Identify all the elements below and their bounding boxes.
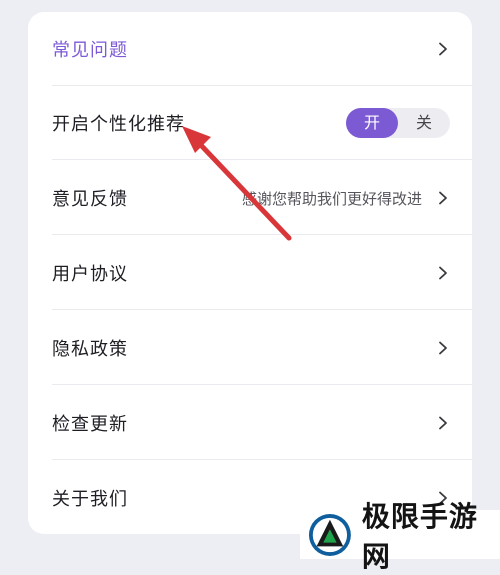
chevron-right-icon xyxy=(439,191,447,205)
watermark-text: 极限手游网 xyxy=(361,499,478,573)
settings-item-label: 意见反馈 xyxy=(52,189,128,210)
settings-item-personalized-recommendation: 开启个性化推荐 开 关 xyxy=(28,86,472,160)
watermark: 极限手游网 xyxy=(300,500,500,573)
settings-item-label: 隐私政策 xyxy=(52,339,128,360)
chevron-right-icon xyxy=(439,416,447,430)
watermark-logo-icon xyxy=(308,513,351,556)
settings-item-privacy-policy[interactable]: 隐私政策 xyxy=(28,311,472,385)
divider xyxy=(52,384,472,385)
divider xyxy=(52,159,472,160)
settings-item-check-update[interactable]: 检查更新 xyxy=(28,386,472,460)
toggle-on-option[interactable]: 开 xyxy=(346,108,398,138)
divider xyxy=(52,459,472,460)
settings-item-label: 检查更新 xyxy=(52,414,128,435)
settings-item-label: 用户协议 xyxy=(52,264,128,285)
chevron-right-icon xyxy=(439,42,447,56)
settings-item-label: 开启个性化推荐 xyxy=(52,114,185,135)
toggle-off-option[interactable]: 关 xyxy=(398,108,450,138)
recommendation-toggle[interactable]: 开 关 xyxy=(346,108,450,138)
chevron-right-icon xyxy=(439,341,447,355)
divider xyxy=(52,309,472,310)
settings-item-label: 常见问题 xyxy=(52,40,128,61)
settings-item-user-agreement[interactable]: 用户协议 xyxy=(28,236,472,310)
settings-item-faq[interactable]: 常见问题 xyxy=(28,12,472,86)
chevron-right-icon xyxy=(439,266,447,280)
feedback-description: 感谢您帮助我们更好得改进 xyxy=(241,189,422,208)
settings-item-label: 关于我们 xyxy=(52,489,128,510)
settings-item-feedback[interactable]: 意见反馈 感谢您帮助我们更好得改进 xyxy=(28,161,472,235)
settings-card: 常见问题 开启个性化推荐 开 关 意见反馈 感谢您帮助我们更好得改进 用户协议 … xyxy=(28,12,472,534)
divider xyxy=(52,234,472,235)
